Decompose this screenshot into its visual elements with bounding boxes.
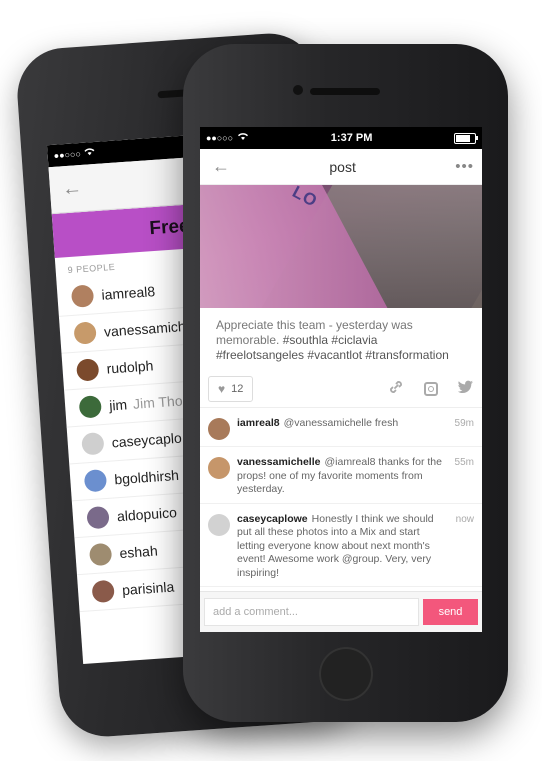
front-camera [293,85,303,95]
post-photo[interactable]: LO [200,185,482,308]
post-caption: Appreciate this team - yesterday was mem… [200,308,482,371]
avatar[interactable] [208,513,230,536]
avatar [73,321,97,345]
twitter-icon[interactable] [457,380,474,398]
avatar[interactable] [208,418,230,440]
comment-item: iamreal8 @vanessamichelle fresh 59m [200,408,482,447]
home-button[interactable] [319,647,373,701]
post-actions: ♥ 12 [200,371,482,408]
back-wifi-icon [83,147,96,160]
comment-text: @vanessamichelle fresh [283,417,399,429]
wifi-icon [237,132,249,144]
more-options-icon[interactable]: ••• [455,158,474,175]
front-phone: ●●○○○ 1:37 PM ← post ••• LO Appreciate t… [183,44,508,722]
signal-icon: ●●○○○ [206,133,234,143]
comment-input[interactable] [204,598,419,626]
person-name: rudolph [106,357,154,377]
page-title: post [329,158,356,175]
send-button[interactable]: send [423,599,478,625]
heart-icon: ♥ [218,382,226,396]
comment-timestamp: 59m [454,418,474,429]
nav-bar: ← post ••• [200,149,482,185]
front-speaker [310,88,380,95]
back-arrow-icon[interactable]: ← [61,177,83,201]
person-fullname: Jim Tho [132,392,184,412]
avatar [78,395,103,419]
comment-body: vanessamichelle @iamreal8 thanks for the … [237,456,448,497]
comment-composer: send [200,591,482,632]
link-icon[interactable] [388,379,404,399]
person-name: eshah [119,542,159,562]
comment-item: vanessamichelle @iamreal8 thanks for the … [200,447,482,504]
person-name: jim [108,396,128,414]
person-name: parisinla [121,578,175,599]
avatar [86,505,110,530]
avatar [70,284,95,308]
comment-username[interactable]: iamreal8 [237,417,280,429]
person-name: caseycaplo [111,429,183,451]
comments-list: iamreal8 @vanessamichelle fresh 59m vanessa… [200,408,482,598]
instagram-icon[interactable] [424,382,438,396]
comment-body: caseycaplowe Honestly I think we should p… [237,513,448,581]
comment-body: iamreal8 @vanessamichelle fresh [237,417,448,440]
avatar [83,468,108,493]
comment-username[interactable]: vanessamichelle [237,456,320,468]
like-button[interactable]: ♥ 12 [208,376,254,402]
person-name: iamreal8 [100,283,156,303]
person-name: vanessamiche [103,317,194,340]
avatar [81,432,105,456]
comment-username[interactable]: caseycaplowe [237,513,308,525]
comment-timestamp: now [455,513,474,525]
clock: 1:37 PM [330,132,373,144]
back-arrow-icon[interactable]: ← [212,156,230,177]
avatar [88,542,113,567]
status-bar: ●●○○○ 1:37 PM [200,127,482,149]
comment-timestamp: 55m [454,457,474,468]
person-name: bgoldhirsh [113,466,180,488]
avatar[interactable] [208,457,230,479]
post-screen: ●●○○○ 1:37 PM ← post ••• LO Appreciate t… [200,127,482,632]
back-signal-icon: ●●○○○ [53,148,82,161]
comment-item: caseycaplowe Honestly I think we should p… [200,504,482,587]
like-count: 12 [231,383,244,395]
person-name: aldopuico [116,504,178,525]
avatar [91,579,115,604]
avatar [75,358,100,382]
battery-icon [453,132,478,144]
